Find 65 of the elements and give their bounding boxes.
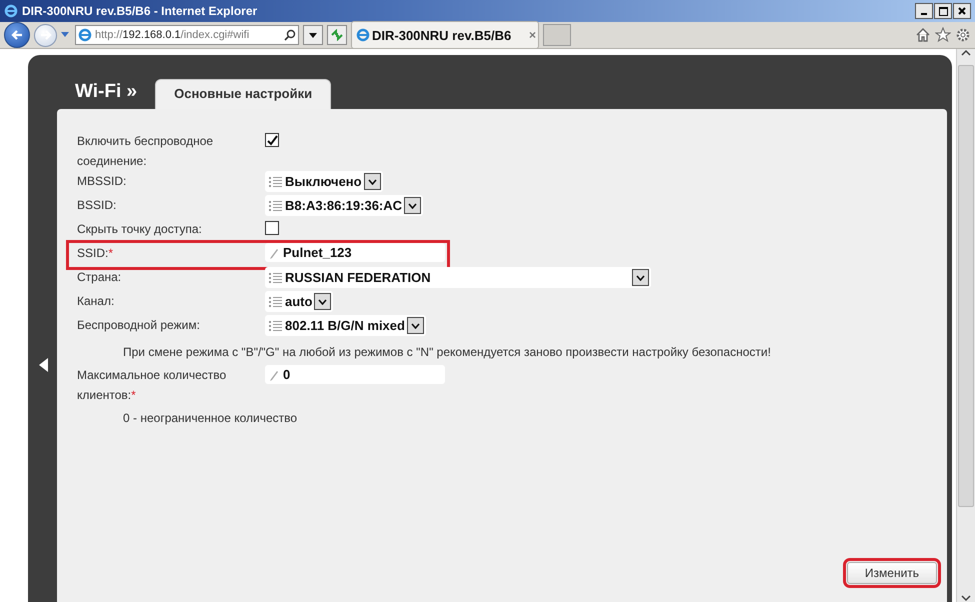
caret-icon[interactable]: [368, 178, 377, 184]
field-label: MBSSID:: [77, 173, 128, 190]
checkbox[interactable]: [265, 133, 279, 147]
caret-icon: [309, 32, 317, 38]
list-icon: [269, 200, 283, 212]
forward-button[interactable]: [34, 24, 57, 46]
back-button[interactable]: [4, 22, 30, 48]
close-icon: [958, 7, 966, 15]
field-label: Максимальное количество клиентов:*: [77, 367, 228, 404]
scroll-down-icon[interactable]: [961, 594, 971, 602]
arrows-icon: [330, 29, 344, 41]
star-icon[interactable]: [935, 27, 951, 43]
scroll-thumb[interactable]: [958, 65, 974, 507]
maximize-icon: [938, 6, 948, 16]
caret-icon[interactable]: [408, 202, 418, 208]
maximize-button[interactable]: [934, 3, 952, 19]
browser-icon: [356, 28, 370, 42]
forward-arrow-icon: [40, 29, 52, 41]
hint-text: 0 - неограниченное количество: [122, 410, 298, 427]
pencil-icon: [269, 368, 279, 380]
dropdown-button[interactable]: [303, 25, 323, 45]
list-icon: [269, 272, 283, 284]
back-arrow-icon: [11, 29, 23, 41]
input-field[interactable]: Pulnet_123: [265, 243, 445, 262]
scroll-up-icon[interactable]: [961, 49, 971, 57]
list-icon: [269, 296, 283, 308]
field-label: Включить беспроводное соединение:: [77, 133, 214, 170]
field-label: Канал:: [77, 293, 116, 310]
pencil-icon: [269, 246, 279, 258]
browser-icon: [4, 4, 18, 18]
home-icon[interactable]: [915, 27, 931, 43]
list-icon: [269, 320, 283, 332]
browser-tab[interactable]: DIR-300NRU rev.B5/B6 ×: [351, 21, 539, 49]
dropdown-arrow-icon[interactable]: [61, 32, 69, 38]
field-label: BSSID:: [77, 197, 118, 214]
left-arrow-icon[interactable]: [37, 357, 49, 373]
checkmark-icon: [266, 134, 278, 146]
field-label: Скрыть точку доступа:: [77, 221, 203, 238]
scrollbar[interactable]: [956, 49, 975, 602]
browser-icon: [78, 28, 92, 42]
tab-close-button[interactable]: ×: [528, 28, 536, 42]
caret-icon[interactable]: [636, 274, 645, 280]
dropdown[interactable]: B8:A3:86:19:36:AC: [265, 195, 424, 216]
hint-text: При смене режима с "B"/"G" на любой из режимов с "N" рекомендуется заново произвести настройку безопасности!: [122, 344, 772, 361]
section-title: Wi-Fi »: [75, 81, 138, 104]
field-label: SSID:*: [77, 245, 114, 262]
list-icon: [269, 176, 283, 188]
settings-icon[interactable]: [955, 27, 971, 43]
tab-title: DIR-300NRU rev.B5/B6: [372, 28, 512, 42]
dropdown[interactable]: 802.11 B/G/N mixed: [265, 315, 426, 336]
dropdown[interactable]: Выключено: [265, 171, 383, 192]
input-field[interactable]: 0: [265, 365, 445, 384]
field-label: Беспроводной режим:: [77, 317, 201, 334]
minimize-button[interactable]: [915, 3, 933, 19]
window-title: DIR-300NRU rev.B5/B6 - Internet Explorer: [22, 4, 258, 18]
caret-icon[interactable]: [410, 322, 420, 328]
caret-icon[interactable]: [318, 298, 328, 304]
checkbox[interactable]: [265, 221, 279, 235]
close-button[interactable]: [953, 3, 971, 19]
field-label: Страна:: [77, 269, 122, 286]
settings-tab[interactable]: Основные настройки: [155, 79, 332, 109]
dropdown[interactable]: RUSSIAN FEDERATION: [265, 267, 651, 288]
dropdown[interactable]: auto: [265, 291, 334, 312]
search-icon[interactable]: [284, 29, 296, 41]
address-field[interactable]: http://192.168.0.1/index.cgi#wifi: [75, 25, 299, 45]
